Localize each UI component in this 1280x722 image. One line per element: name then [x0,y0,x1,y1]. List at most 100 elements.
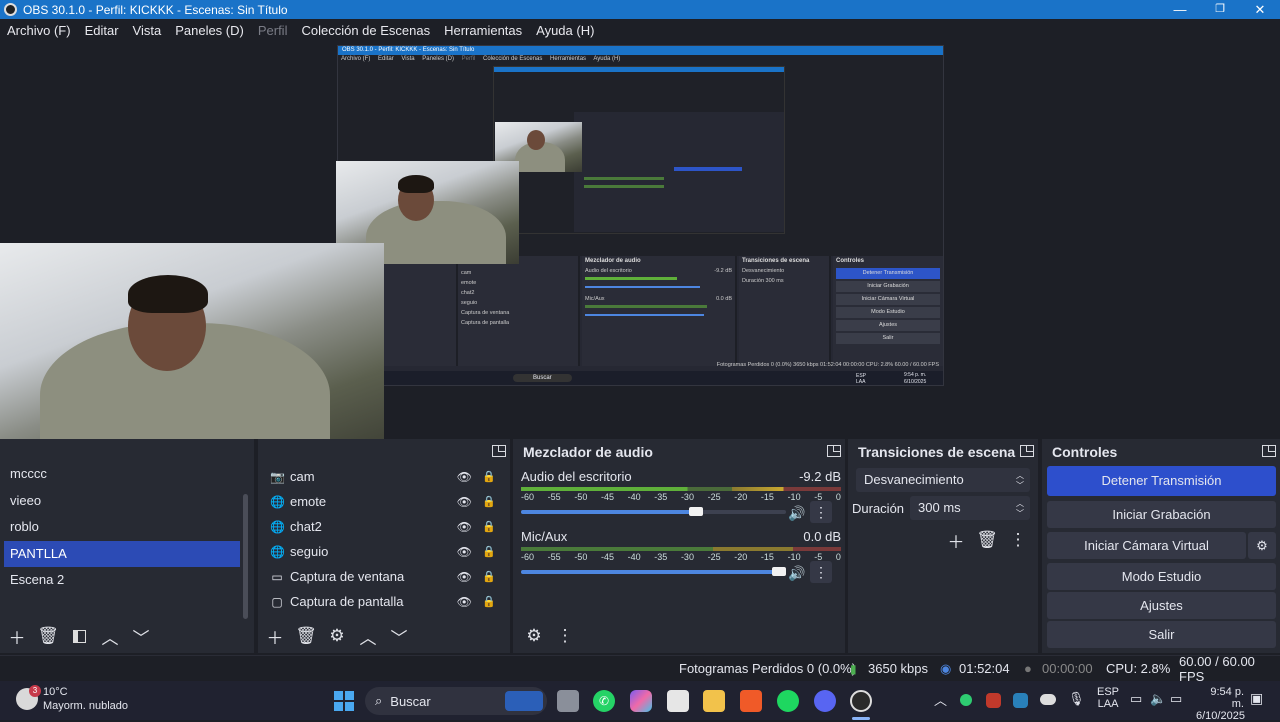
source-item-cam[interactable]: 📷 cam 👁 🔒 [258,464,510,489]
microphone-icon[interactable]: 🎙 [1068,691,1085,707]
clock[interactable]: 9:54 p. m. 6/10/2025 [1196,686,1245,722]
exit-button[interactable]: Salir [1047,621,1276,648]
add-scene-button[interactable]: ＋ [3,624,31,648]
visibility-eye-icon[interactable]: 👁 [457,495,472,509]
windows-start-icon[interactable] [333,690,355,712]
move-source-up-button[interactable]: ︿ [354,624,382,648]
scenes-scrollbar[interactable] [243,494,248,619]
lock-icon[interactable]: 🔒 [482,520,496,533]
defender-icon[interactable] [1013,693,1028,708]
obs-taskbar-icon[interactable] [850,690,872,712]
remove-scene-button[interactable]: 🗑 [34,624,62,648]
undock-icon[interactable] [1262,445,1276,457]
menu-editar[interactable]: Editar [85,23,119,38]
source-properties-button[interactable]: ⚙ [323,624,351,648]
visibility-eye-icon[interactable]: 👁 [457,520,472,534]
source-item-seguio[interactable]: 🌐 seguio 👁 🔒 [258,539,510,564]
channel-menu-button[interactable]: ⋮ [810,501,832,523]
menu-archivo[interactable]: Archivo (F) [7,23,71,38]
lock-icon[interactable]: 🔒 [482,495,496,508]
tray-app-icon[interactable] [986,693,1001,708]
visibility-eye-icon[interactable]: 👁 [457,595,472,609]
visibility-eye-icon[interactable]: 👁 [457,545,472,559]
file-explorer-icon[interactable] [703,690,725,712]
discord-icon[interactable] [814,690,836,712]
add-source-button[interactable]: ＋ [261,624,289,648]
lock-icon[interactable]: 🔒 [482,545,496,558]
move-scene-up-button[interactable]: ︿ [96,624,124,648]
stop-stream-button[interactable]: Detener Transmisión [1047,466,1276,496]
menu-paneles[interactable]: Paneles (D) [175,23,244,38]
source-item-window-capture[interactable]: ▭ Captura de ventana 👁 🔒 [258,564,510,589]
remove-source-button[interactable]: 🗑 [292,624,320,648]
docks-area: mcccc vieeo roblo PANTLLA Escena 2 ＋ 🗑 ︿… [0,439,1280,655]
scene-item[interactable]: roblo [0,514,254,541]
volume-slider[interactable] [521,565,786,579]
menu-vista[interactable]: Vista [133,23,162,38]
mixer-menu-button[interactable]: ⋮ [551,624,579,648]
scenes-dock: mcccc vieeo roblo PANTLLA Escena 2 ＋ 🗑 ︿… [0,439,254,653]
source-item-chat2[interactable]: 🌐 chat2 👁 🔒 [258,514,510,539]
move-scene-down-button[interactable]: ﹀ [127,624,155,648]
battery-icon[interactable]: ▭ [1170,691,1182,707]
store-icon[interactable] [667,690,689,712]
tray-app-icon[interactable] [960,694,972,706]
notifications-icon[interactable]: ▣ [1250,690,1263,707]
scene-item-selected[interactable]: PANTLLA [4,540,240,567]
lock-icon[interactable]: 🔒 [482,595,496,608]
network-icon[interactable]: ▭ [1130,691,1142,707]
settings-button[interactable]: Ajustes [1047,592,1276,619]
add-transition-button[interactable]: ＋ [942,528,970,552]
minimize-button[interactable]: — [1160,0,1200,19]
advanced-audio-button[interactable]: ⚙ [520,624,548,648]
source-item-screen-capture[interactable]: ▢ Captura de pantalla 👁 🔒 [258,589,510,614]
undock-icon[interactable] [827,445,841,457]
source-item-emote[interactable]: 🌐 emote 👁 🔒 [258,489,510,514]
menu-ayuda[interactable]: Ayuda (H) [536,23,594,38]
onedrive-icon[interactable] [1040,694,1056,705]
speaker-icon[interactable]: 🔊 [788,505,805,522]
menu-coleccion-escenas[interactable]: Colección de Escenas [301,23,430,38]
mixer-title: Mezclador de audio [523,443,653,460]
lock-icon[interactable]: 🔒 [482,570,496,583]
volume-icon[interactable]: 🔈 [1150,691,1166,707]
taskbar-search-box[interactable]: ⌕ Buscar [365,687,547,715]
move-source-down-button[interactable]: ﹀ [385,624,413,648]
virtual-camera-settings-button[interactable]: ⚙ [1248,532,1276,559]
program-preview[interactable]: OBS 30.1.0 - Perfil: KICKKK - Escenas: S… [0,41,1280,459]
scene-filters-button[interactable] [65,624,93,648]
task-view-icon[interactable] [557,690,579,712]
copilot-icon[interactable] [630,690,652,712]
nested-mixer-dock: Mezclador de audio Audio del escritorio -… [582,256,737,366]
duration-spinbox[interactable]: 300 ms ︿ ﹀ [910,496,1030,520]
close-button[interactable]: ✕ [1240,0,1280,19]
scene-item[interactable]: vieeo [0,488,254,515]
language-indicator[interactable]: ESP LAA [1097,686,1119,710]
spotify-icon[interactable] [777,690,799,712]
visibility-eye-icon[interactable]: 👁 [457,470,472,484]
window-icon: ▭ [271,569,283,584]
menu-herramientas[interactable]: Herramientas [444,23,522,38]
scene-item[interactable]: mcccc [0,461,254,488]
nested-control: Salir [836,333,940,344]
start-recording-button[interactable]: Iniciar Grabación [1047,501,1276,528]
maximize-button[interactable]: ❐ [1200,0,1240,19]
virtual-camera-button[interactable]: Iniciar Cámara Virtual [1047,532,1246,559]
channel-menu-button[interactable]: ⋮ [810,561,832,583]
volume-slider[interactable] [521,505,786,519]
visibility-eye-icon[interactable]: 👁 [457,570,472,584]
brave-icon[interactable] [740,690,762,712]
speaker-icon[interactable]: 🔊 [788,565,805,582]
lock-icon[interactable]: 🔒 [482,470,496,483]
menu-bar: Archivo (F) Editar Vista Paneles (D) Per… [0,19,1280,41]
undock-icon[interactable] [1020,445,1034,457]
whatsapp-icon[interactable]: ✆ [593,690,615,712]
remove-transition-button[interactable]: 🗑 [973,528,1001,552]
transition-select[interactable]: Desvanecimiento ︿ ﹀ [856,468,1030,492]
transitions-dock: Transiciones de escena Desvanecimiento ︿ ﹀… [848,439,1038,653]
undock-icon[interactable] [492,445,506,457]
scene-item[interactable]: Escena 2 [0,567,254,594]
transition-menu-button[interactable]: ⋮ [1004,528,1032,552]
tray-overflow-icon[interactable]: ︿ [934,690,947,709]
studio-mode-button[interactable]: Modo Estudio [1047,563,1276,590]
